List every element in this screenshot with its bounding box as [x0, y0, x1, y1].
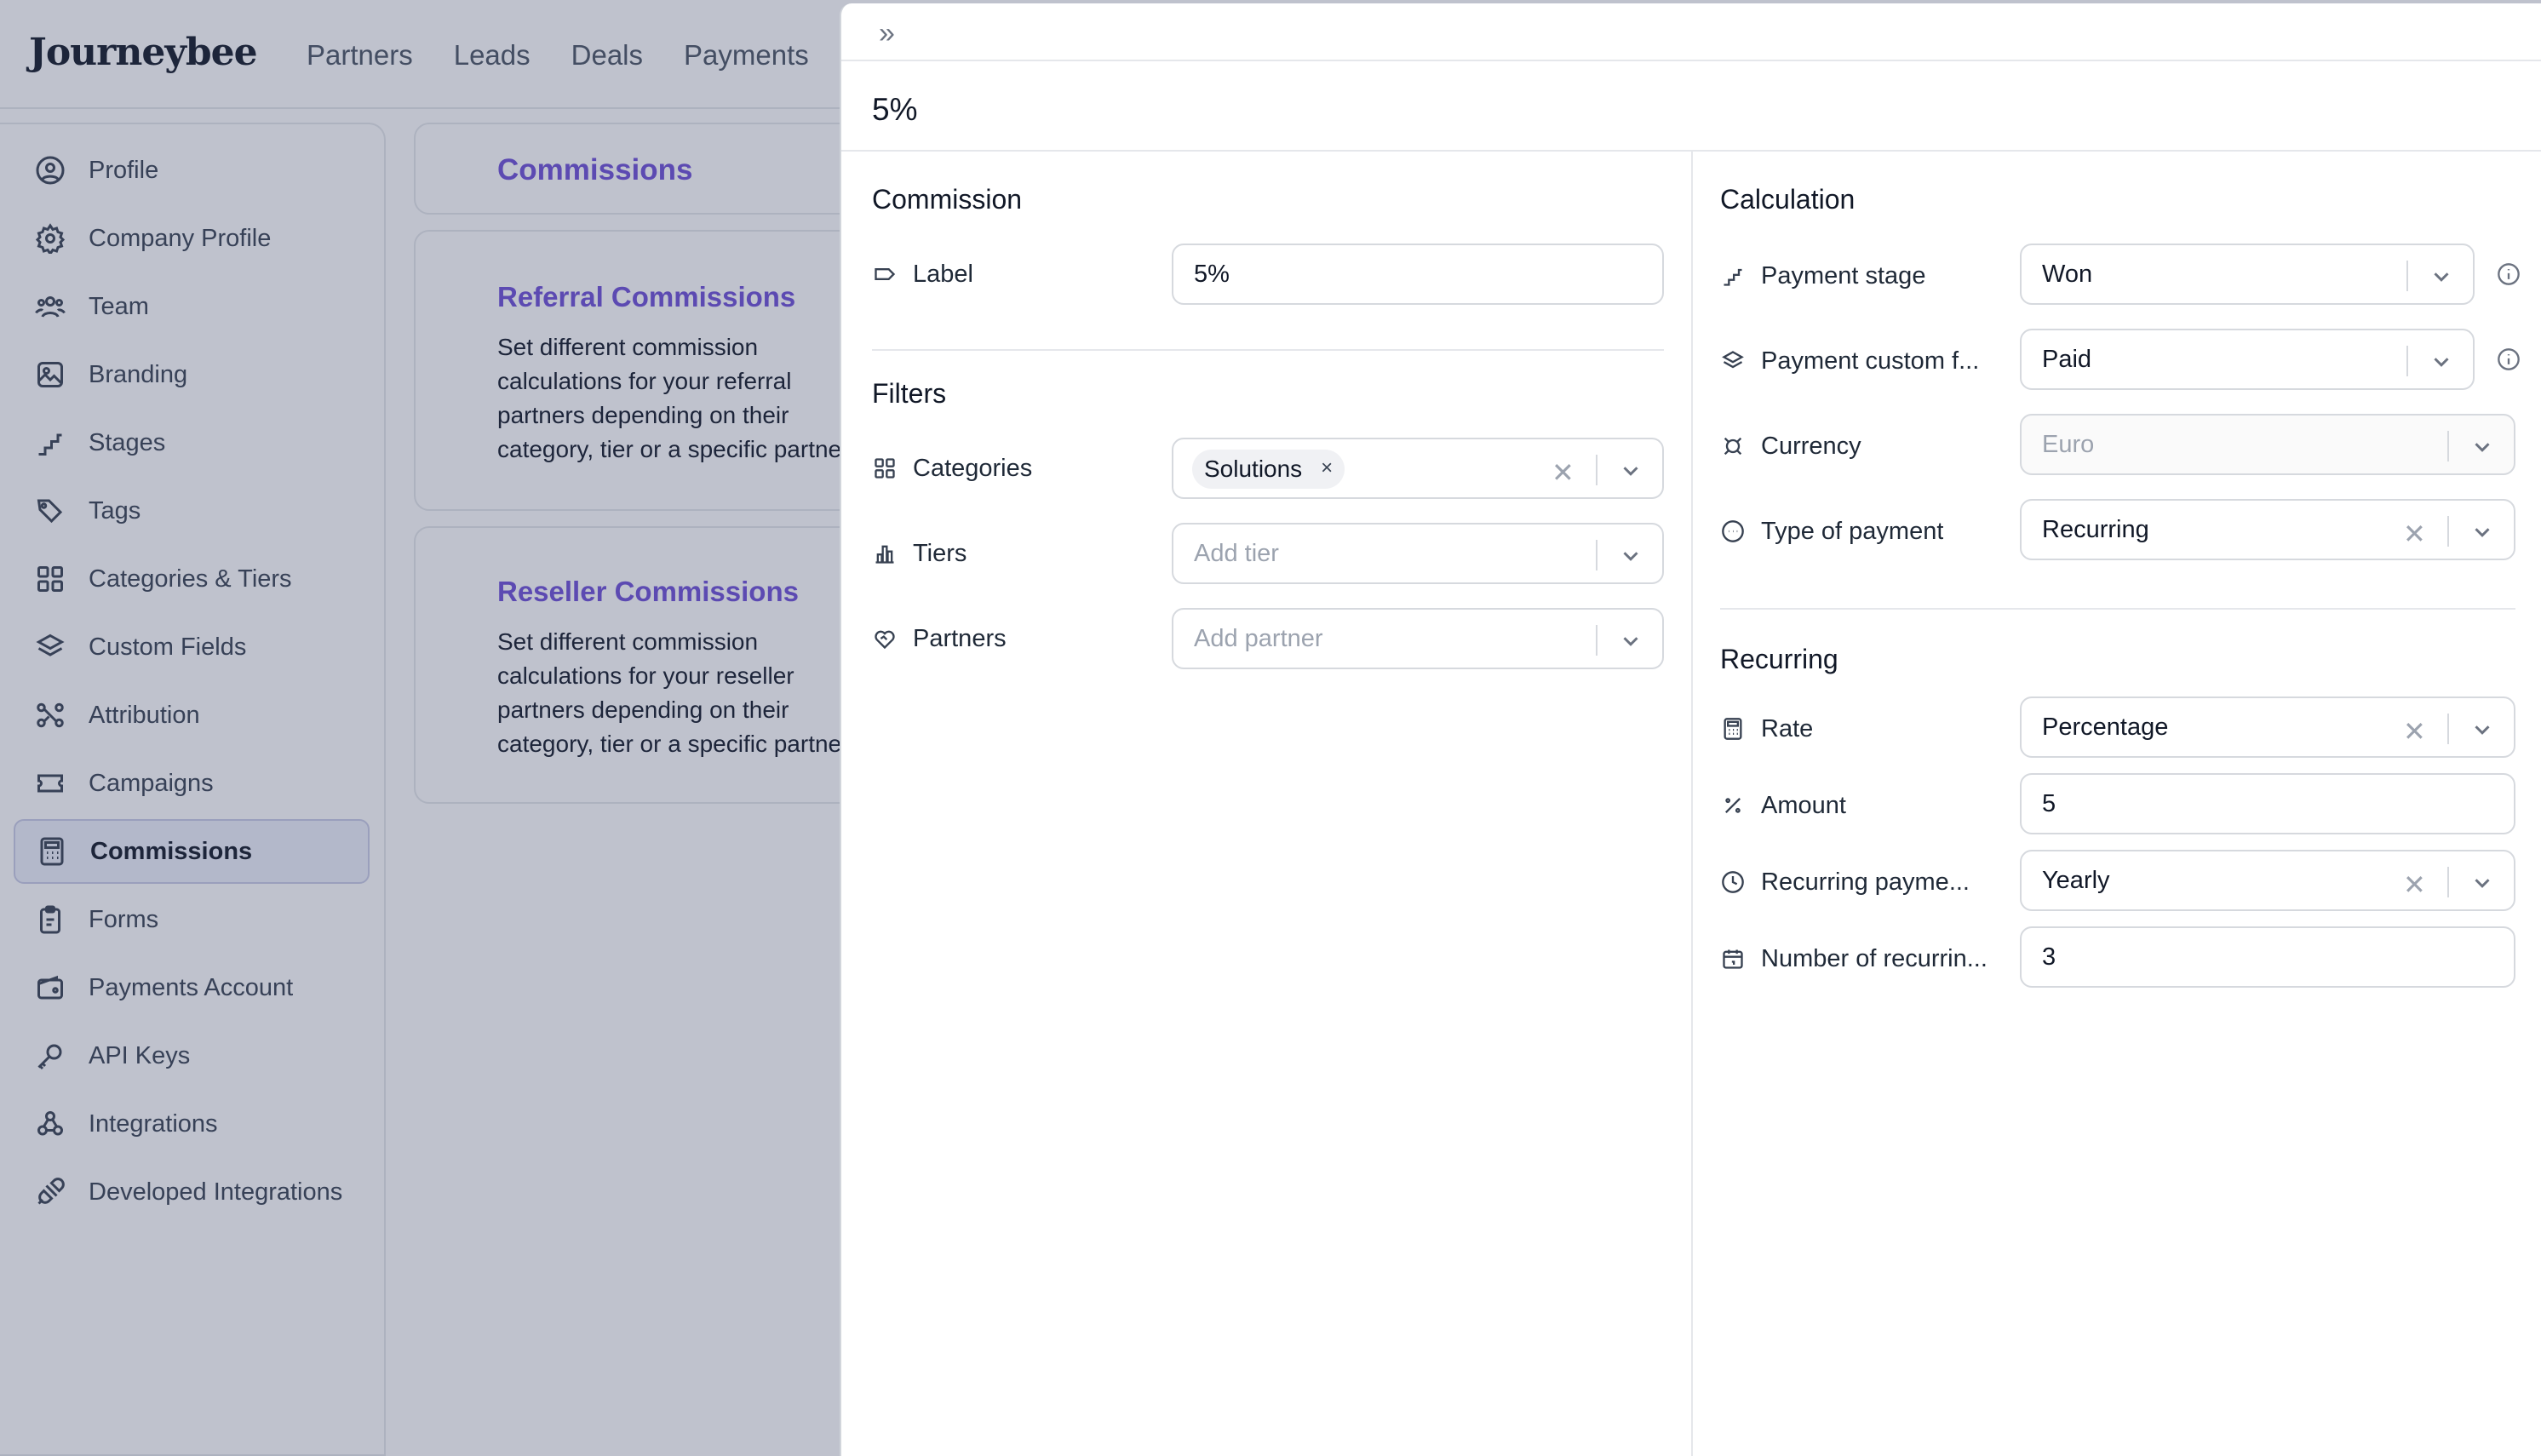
- panel-toolbar: »: [841, 3, 2541, 61]
- payment-custom-field-select[interactable]: Paid: [2020, 329, 2475, 390]
- chevron-down-icon[interactable]: [1618, 543, 1643, 569]
- field-label: Currency: [1761, 432, 1861, 460]
- field-label: Payment stage: [1761, 261, 1926, 289]
- layers-icon: [1720, 348, 1746, 374]
- label-input[interactable]: 5%: [1172, 244, 1664, 305]
- panel-title: 5%: [872, 92, 918, 127]
- chevron-down-icon[interactable]: [2429, 349, 2454, 375]
- collapse-panel-button[interactable]: »: [879, 17, 895, 50]
- label-row: Label: [872, 244, 1127, 305]
- select-separator: [2447, 867, 2449, 897]
- chevron-down-icon[interactable]: [1618, 628, 1643, 654]
- chip-remove-icon[interactable]: ×: [1321, 456, 1333, 480]
- field-label: Categories: [913, 454, 1033, 482]
- amount-value: 5: [2042, 789, 2056, 817]
- dots-circle-icon: [1720, 519, 1746, 544]
- calendar-icon: [1720, 946, 1746, 972]
- clear-icon[interactable]: ✕: [2403, 518, 2426, 550]
- label-input-value: 5%: [1194, 260, 1230, 288]
- currency-value: Euro: [2042, 430, 2095, 458]
- select-separator: [1596, 540, 1597, 570]
- partners-select[interactable]: Add partner: [1172, 608, 1664, 669]
- amount-input[interactable]: 5: [2020, 773, 2515, 834]
- panel-header: 5%: [841, 61, 2541, 152]
- type-of-payment-select[interactable]: Recurring ✕: [2020, 499, 2515, 560]
- select-separator: [1596, 625, 1597, 656]
- grid-icon: [872, 456, 898, 481]
- select-separator: [1596, 455, 1597, 485]
- rate-row: Rate: [1720, 698, 1987, 760]
- section-recurring: Recurring: [1720, 644, 1838, 674]
- clear-icon[interactable]: ✕: [2403, 868, 2426, 901]
- rate-select[interactable]: Percentage ✕: [2020, 696, 2515, 758]
- currency-icon: [1720, 433, 1746, 459]
- payment-custom-field-value: Paid: [2042, 345, 2092, 373]
- field-label: Payment custom f...: [1761, 347, 1980, 375]
- field-label: Rate: [1761, 714, 1814, 742]
- chip-label: Solutions: [1204, 456, 1303, 482]
- field-label: Recurring payme...: [1761, 868, 1970, 896]
- column-divider: [1691, 152, 1693, 1456]
- chevron-down-icon[interactable]: [2469, 870, 2495, 896]
- clear-icon[interactable]: ✕: [2403, 715, 2426, 748]
- select-separator: [2406, 261, 2408, 291]
- tag-icon: [872, 261, 898, 287]
- chevron-down-icon[interactable]: [2469, 717, 2495, 742]
- recurring-payment-row: Recurring payme...: [1720, 851, 1987, 913]
- tiers-select[interactable]: Add tier: [1172, 523, 1664, 584]
- number-of-recurring-value: 3: [2042, 943, 2056, 971]
- tiers-row: Tiers: [872, 523, 1127, 584]
- categories-row: Categories: [872, 438, 1127, 499]
- rate-value: Percentage: [2042, 713, 2169, 741]
- select-separator: [2447, 714, 2449, 744]
- partners-row: Partners: [872, 608, 1127, 669]
- field-label: Label: [913, 260, 973, 288]
- tiers-placeholder: Add tier: [1194, 539, 1279, 567]
- payment-stage-value: Won: [2042, 260, 2093, 288]
- recurring-payment-select[interactable]: Yearly ✕: [2020, 850, 2515, 911]
- number-of-recurring-input[interactable]: 3: [2020, 926, 2515, 988]
- section-divider: [1720, 608, 2515, 610]
- payment-stage-select[interactable]: Won: [2020, 244, 2475, 305]
- info-icon[interactable]: [2497, 347, 2521, 371]
- field-label: Tiers: [913, 539, 967, 567]
- chevron-down-icon[interactable]: [1618, 458, 1643, 484]
- chevron-down-icon[interactable]: [2469, 519, 2495, 545]
- field-label: Type of payment: [1761, 517, 1944, 545]
- payment-custom-field-row: Payment custom f...: [1720, 330, 1987, 392]
- commission-side-panel: » 5% Commission Label 5% Filters Categor…: [840, 3, 2541, 1456]
- recurring-payment-value: Yearly: [2042, 866, 2110, 894]
- categories-select[interactable]: Solutions × ✕: [1172, 438, 1664, 499]
- select-separator: [2447, 431, 2449, 461]
- bar-chart-icon: [872, 541, 898, 566]
- currency-select[interactable]: Euro: [2020, 414, 2515, 475]
- chevron-down-icon[interactable]: [2469, 434, 2495, 460]
- currency-row: Currency: [1720, 416, 1987, 477]
- category-chip: Solutions ×: [1192, 450, 1345, 489]
- select-separator: [2447, 516, 2449, 547]
- field-label: Number of recurrin...: [1761, 944, 1987, 972]
- section-divider: [872, 349, 1664, 351]
- handshake-heart-icon: [872, 626, 898, 651]
- calculator-icon: [1720, 716, 1746, 742]
- stairs-icon: [1720, 263, 1746, 289]
- percent-icon: [1720, 793, 1746, 818]
- amount-row: Amount: [1720, 775, 1987, 836]
- chevron-down-icon[interactable]: [2429, 264, 2454, 289]
- field-label: Amount: [1761, 791, 1846, 819]
- select-separator: [2406, 346, 2408, 376]
- section-filters: Filters: [872, 378, 947, 409]
- partners-placeholder: Add partner: [1194, 624, 1323, 652]
- payment-stage-row: Payment stage: [1720, 245, 1987, 307]
- section-calculation: Calculation: [1720, 184, 1856, 215]
- clear-icon[interactable]: ✕: [1552, 456, 1575, 489]
- info-icon[interactable]: [2497, 262, 2521, 286]
- clock-icon: [1720, 869, 1746, 895]
- section-commission: Commission: [872, 184, 1023, 215]
- field-label: Partners: [913, 624, 1007, 652]
- number-of-recurring-row: Number of recurrin...: [1720, 928, 1987, 989]
- type-of-payment-value: Recurring: [2042, 515, 2149, 543]
- type-of-payment-row: Type of payment: [1720, 501, 1987, 562]
